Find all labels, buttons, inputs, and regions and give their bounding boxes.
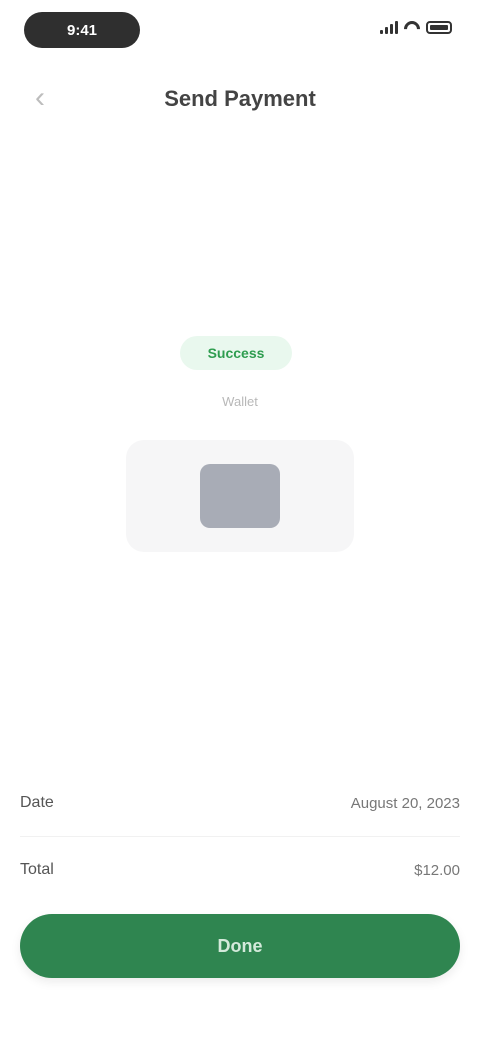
status-icons	[380, 20, 452, 34]
status-time: 9:41	[24, 12, 140, 48]
payment-card	[126, 440, 354, 552]
signal-icon	[380, 20, 398, 34]
detail-label: Date	[20, 794, 54, 811]
detail-row-total: Total $12.00	[20, 837, 460, 903]
battery-icon	[426, 20, 452, 34]
status-badge: Success	[180, 336, 292, 370]
header: ‹ Send Payment	[0, 70, 480, 126]
status-sublabel: Wallet	[222, 394, 258, 409]
page-title: Send Payment	[164, 86, 316, 111]
wallet-icon	[200, 464, 280, 528]
detail-value: August 20, 2023	[350, 794, 460, 812]
detail-row-date: Date August 20, 2023	[20, 770, 460, 836]
detail-label: Total	[20, 861, 54, 878]
done-button[interactable]: Done	[20, 914, 460, 978]
status-bar: 9:41	[0, 0, 480, 64]
details-list: Date August 20, 2023 Total $12.00	[20, 770, 460, 903]
wifi-icon	[404, 21, 420, 33]
detail-value: $12.00	[414, 861, 460, 879]
